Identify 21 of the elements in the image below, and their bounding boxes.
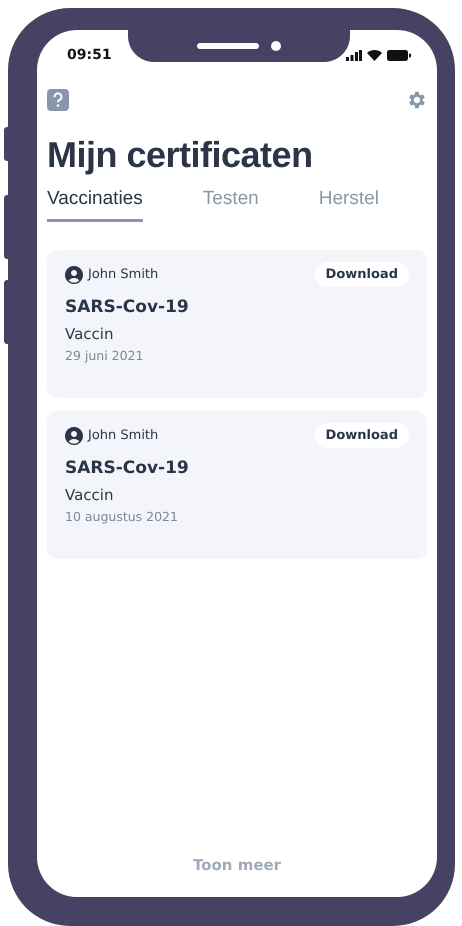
certificate-name: SARS-Cov-19 bbox=[65, 297, 190, 317]
tab[interactable]: Vaccinaties bbox=[47, 188, 143, 222]
certificate-card[interactable]: John Smith Download SARS-Cov-19 Vaccin 10 augustus 2021 bbox=[47, 411, 427, 559]
certificate-date: 29 juni 2021 bbox=[65, 348, 144, 363]
certificate-type: Vaccin bbox=[65, 486, 114, 504]
holder-name: John Smith bbox=[88, 428, 158, 443]
certificate-type: Vaccin bbox=[65, 325, 114, 343]
page-title: Mijn certificaten bbox=[47, 134, 314, 176]
status-time: 09:51 bbox=[67, 47, 112, 63]
battery-icon bbox=[387, 50, 411, 60]
user-icon bbox=[65, 266, 83, 284]
certificate-date: 10 augustus 2021 bbox=[65, 509, 179, 524]
holder-name: John Smith bbox=[88, 267, 158, 282]
download-button[interactable]: Download bbox=[314, 423, 409, 448]
download-button[interactable]: Download bbox=[314, 262, 409, 287]
certificate-card[interactable]: John Smith Download SARS-Cov-19 Vaccin 29 juni 2021 bbox=[47, 250, 427, 398]
signal-icon bbox=[346, 50, 362, 60]
user-icon bbox=[65, 426, 83, 444]
help-icon[interactable] bbox=[47, 89, 69, 111]
wifi-icon bbox=[367, 50, 382, 60]
certificate-name: SARS-Cov-19 bbox=[65, 458, 190, 478]
